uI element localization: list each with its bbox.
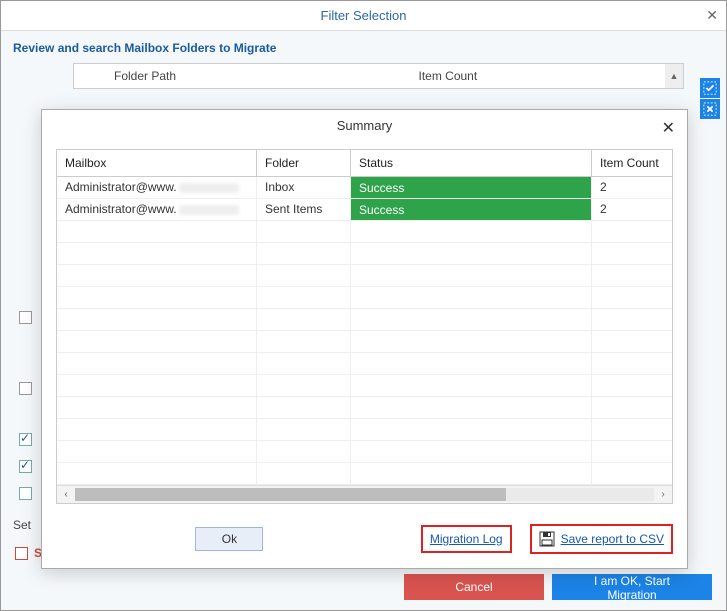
horizontal-scrollbar[interactable]: ‹ › bbox=[57, 485, 672, 503]
table-row-empty bbox=[57, 353, 672, 375]
item-count-cell: 2 bbox=[592, 199, 672, 220]
table-row[interactable]: Administrator@www.InboxSuccess2 bbox=[57, 177, 672, 199]
table-row-empty bbox=[57, 463, 672, 485]
summary-grid: Mailbox Folder Status Item Count Adminis… bbox=[56, 149, 673, 504]
col-status[interactable]: Status bbox=[351, 150, 592, 176]
modal-title: Summary bbox=[337, 118, 393, 133]
folder-path-header: Folder Path bbox=[74, 69, 379, 83]
item-count-cell: 2 bbox=[592, 177, 672, 198]
checkbox[interactable] bbox=[19, 433, 32, 446]
mailbox-cell: Administrator@www. bbox=[57, 199, 257, 220]
migration-log-link[interactable]: Migration Log bbox=[430, 532, 503, 546]
scroll-left-icon[interactable]: ‹ bbox=[57, 486, 75, 503]
migration-log-group: Migration Log bbox=[421, 525, 512, 553]
folder-cell: Sent Items bbox=[257, 199, 351, 220]
col-folder[interactable]: Folder bbox=[257, 150, 351, 176]
left-checkboxes-group2 bbox=[19, 433, 32, 500]
section-title: Review and search Mailbox Folders to Mig… bbox=[13, 41, 714, 55]
folder-table-header: Folder Path Item Count ▲ bbox=[73, 63, 684, 89]
scroll-thumb[interactable] bbox=[75, 488, 506, 501]
footer: Cancel I am OK, Start Migration bbox=[1, 564, 726, 610]
table-row-empty bbox=[57, 243, 672, 265]
table-row-empty bbox=[57, 221, 672, 243]
save-csv-link[interactable]: Save report to CSV bbox=[561, 532, 664, 546]
scroll-up-icon[interactable]: ▲ bbox=[665, 64, 683, 88]
left-checkboxes-group1 bbox=[19, 311, 32, 395]
close-icon[interactable]: ✕ bbox=[662, 118, 675, 138]
folder-cell: Inbox bbox=[257, 177, 351, 198]
grid-header: Mailbox Folder Status Item Count bbox=[57, 150, 672, 177]
ok-button[interactable]: Ok bbox=[195, 527, 263, 551]
table-row-empty bbox=[57, 309, 672, 331]
modal-body: Mailbox Folder Status Item Count Adminis… bbox=[42, 141, 687, 512]
status-cell: Success bbox=[351, 177, 592, 198]
filter-selection-window: Filter Selection ✕ Review and search Mai… bbox=[0, 0, 727, 611]
checkbox[interactable] bbox=[19, 311, 32, 324]
col-item-count[interactable]: Item Count bbox=[592, 150, 672, 176]
modal-titlebar: Summary ✕ bbox=[42, 110, 687, 141]
checkbox[interactable] bbox=[19, 460, 32, 473]
table-row-empty bbox=[57, 419, 672, 441]
table-row-empty bbox=[57, 397, 672, 419]
grid-rows: Administrator@www.InboxSuccess2Administr… bbox=[57, 177, 672, 485]
checkbox[interactable] bbox=[19, 487, 32, 500]
scroll-right-icon[interactable]: › bbox=[654, 486, 672, 503]
table-row-empty bbox=[57, 287, 672, 309]
start-migration-button[interactable]: I am OK, Start Migration bbox=[552, 574, 712, 600]
cancel-button[interactable]: Cancel bbox=[404, 574, 544, 600]
close-icon[interactable]: ✕ bbox=[706, 7, 718, 24]
window-content: Review and search Mailbox Folders to Mig… bbox=[1, 31, 726, 610]
summary-modal: Summary ✕ Mailbox Folder Status Item Cou… bbox=[41, 109, 688, 569]
save-csv-group: Save report to CSV bbox=[530, 524, 673, 554]
table-row-empty bbox=[57, 375, 672, 397]
col-mailbox[interactable]: Mailbox bbox=[57, 150, 257, 176]
select-all-icon[interactable] bbox=[700, 78, 720, 98]
table-row-empty bbox=[57, 441, 672, 463]
set-label: Set bbox=[13, 518, 31, 532]
modal-actions: Ok Migration Log Save report to CSV bbox=[42, 512, 687, 568]
skip-migrated-checkbox[interactable] bbox=[15, 547, 28, 560]
window-title: Filter Selection bbox=[321, 8, 407, 23]
item-count-header: Item Count bbox=[379, 69, 684, 83]
table-row-empty bbox=[57, 331, 672, 353]
titlebar: Filter Selection ✕ bbox=[1, 1, 726, 31]
clear-all-icon[interactable] bbox=[700, 99, 720, 119]
checkbox[interactable] bbox=[19, 382, 32, 395]
save-icon bbox=[539, 531, 555, 547]
select-chips bbox=[700, 78, 720, 119]
status-cell: Success bbox=[351, 199, 592, 220]
mailbox-cell: Administrator@www. bbox=[57, 177, 257, 198]
table-row-empty bbox=[57, 265, 672, 287]
table-row[interactable]: Administrator@www.Sent ItemsSuccess2 bbox=[57, 199, 672, 221]
